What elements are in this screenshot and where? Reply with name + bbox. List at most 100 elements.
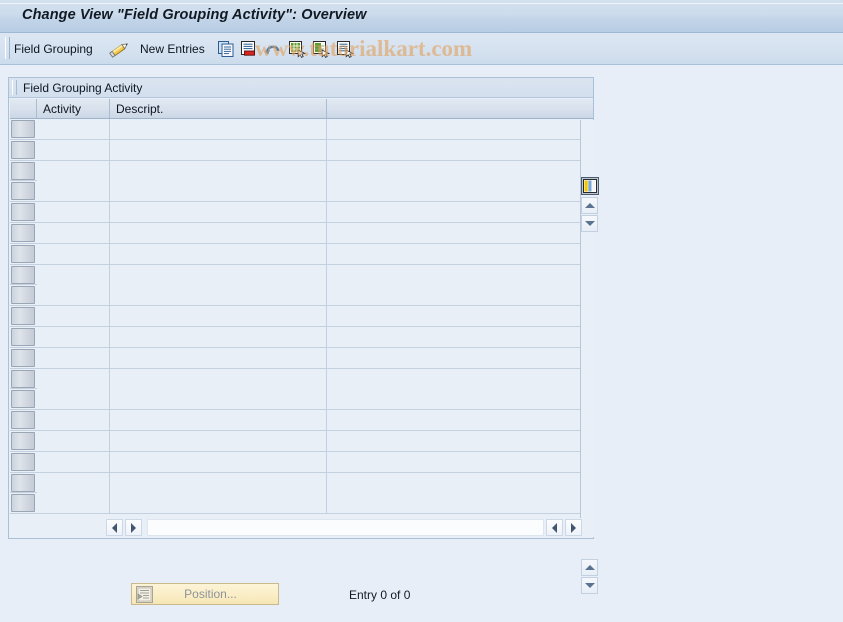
cell-descript[interactable]	[110, 139, 327, 160]
cell-activity[interactable]	[37, 222, 110, 243]
cell-descript[interactable]	[110, 326, 327, 347]
cell-activity[interactable]	[37, 347, 110, 368]
hscroll-left-button[interactable]	[106, 519, 123, 536]
hscroll-right-button[interactable]	[125, 519, 142, 536]
row-selector-button[interactable]	[11, 244, 35, 263]
table-row[interactable]	[10, 368, 593, 390]
cell-descript[interactable]	[110, 160, 327, 181]
cell-activity[interactable]	[37, 181, 110, 202]
table-row[interactable]	[10, 306, 593, 327]
table-row[interactable]	[10, 243, 593, 265]
cell-descript[interactable]	[110, 368, 327, 389]
column-header-selector[interactable]	[10, 99, 37, 118]
row-selector-button[interactable]	[11, 411, 35, 430]
scroll-up-button[interactable]	[581, 197, 598, 214]
cell-descript[interactable]	[110, 285, 327, 306]
cell-descript[interactable]	[110, 202, 327, 223]
cell-activity[interactable]	[37, 326, 110, 347]
horizontal-scrollbar[interactable]	[10, 518, 593, 538]
row-selector-button[interactable]	[11, 369, 35, 388]
copy-icon[interactable]	[217, 33, 235, 65]
table-row[interactable]	[10, 347, 593, 369]
cell-activity[interactable]	[37, 243, 110, 264]
table-row[interactable]	[10, 410, 593, 431]
table-row[interactable]	[10, 160, 593, 182]
table-row[interactable]	[10, 285, 593, 307]
hscroll-left-button-2[interactable]	[546, 519, 563, 536]
row-selector-button[interactable]	[11, 452, 35, 471]
cell-descript[interactable]	[110, 347, 327, 368]
table-row[interactable]	[10, 264, 593, 286]
row-selector-button[interactable]	[11, 140, 35, 159]
cell-descript[interactable]	[110, 430, 327, 451]
cell-activity[interactable]	[37, 472, 110, 493]
row-selector-button[interactable]	[11, 348, 35, 367]
cell-descript[interactable]	[110, 493, 327, 514]
table-row[interactable]	[10, 222, 593, 244]
cell-descript[interactable]	[110, 451, 327, 472]
scroll-page-up-button[interactable]	[581, 559, 598, 576]
cell-descript[interactable]	[110, 389, 327, 410]
table-row[interactable]	[10, 326, 593, 348]
position-button[interactable]: Position...	[131, 583, 279, 605]
row-selector-button[interactable]	[11, 473, 35, 492]
row-selector-button[interactable]	[11, 286, 35, 305]
row-selector-button[interactable]	[11, 223, 35, 242]
row-selector-button[interactable]	[11, 161, 35, 180]
cell-activity[interactable]	[37, 285, 110, 306]
row-selector-button[interactable]	[11, 120, 35, 138]
column-config-icon[interactable]	[581, 177, 599, 195]
table-row[interactable]	[10, 493, 593, 515]
row-selector-button[interactable]	[11, 182, 35, 201]
table-row[interactable]	[10, 430, 593, 452]
cell-descript[interactable]	[110, 410, 327, 431]
cell-descript[interactable]	[110, 306, 327, 327]
cell-activity[interactable]	[37, 368, 110, 389]
cell-descript[interactable]	[110, 472, 327, 493]
details-icon[interactable]	[336, 33, 354, 65]
row-selector-button[interactable]	[11, 494, 35, 513]
cell-activity[interactable]	[37, 410, 110, 431]
deselect-all-icon[interactable]	[312, 33, 330, 65]
row-selector-button[interactable]	[11, 431, 35, 450]
hscroll-right-button-2[interactable]	[565, 519, 582, 536]
cell-descript[interactable]	[110, 264, 327, 285]
cell-descript[interactable]	[110, 222, 327, 243]
cell-activity[interactable]	[37, 493, 110, 514]
undo-icon[interactable]	[264, 33, 282, 65]
select-all-icon[interactable]	[288, 33, 306, 65]
column-header-activity[interactable]: Activity	[37, 99, 110, 118]
cell-activity[interactable]	[37, 119, 110, 139]
toolbar-button-field-grouping[interactable]: Field Grouping	[14, 33, 93, 65]
row-selector-button[interactable]	[11, 307, 35, 326]
cell-descript[interactable]	[110, 243, 327, 264]
cell-activity[interactable]	[37, 451, 110, 472]
delete-row-icon[interactable]	[240, 33, 258, 65]
cell-descript[interactable]	[110, 181, 327, 202]
cell-activity[interactable]	[37, 306, 110, 327]
cell-activity[interactable]	[37, 264, 110, 285]
table-row[interactable]	[10, 119, 593, 140]
cell-descript[interactable]	[110, 119, 327, 139]
cell-activity[interactable]	[37, 202, 110, 223]
table-row[interactable]	[10, 202, 593, 223]
row-selector-button[interactable]	[11, 390, 35, 409]
cell-activity[interactable]	[37, 160, 110, 181]
pencil-icon[interactable]	[108, 33, 132, 65]
scroll-down-button[interactable]	[581, 215, 598, 232]
row-selector-button[interactable]	[11, 203, 35, 222]
toolbar-button-new-entries[interactable]: New Entries	[140, 33, 205, 65]
scroll-page-down-button[interactable]	[581, 577, 598, 594]
table-row[interactable]	[10, 181, 593, 203]
row-selector-button[interactable]	[11, 327, 35, 346]
column-header-descript[interactable]: Descript.	[110, 99, 327, 118]
hscroll-track[interactable]	[147, 519, 544, 536]
row-selector-button[interactable]	[11, 265, 35, 284]
cell-activity[interactable]	[37, 430, 110, 451]
cell-activity[interactable]	[37, 389, 110, 410]
table-row[interactable]	[10, 389, 593, 411]
table-row[interactable]	[10, 472, 593, 494]
table-row[interactable]	[10, 139, 593, 161]
cell-activity[interactable]	[37, 139, 110, 160]
table-row[interactable]	[10, 451, 593, 473]
